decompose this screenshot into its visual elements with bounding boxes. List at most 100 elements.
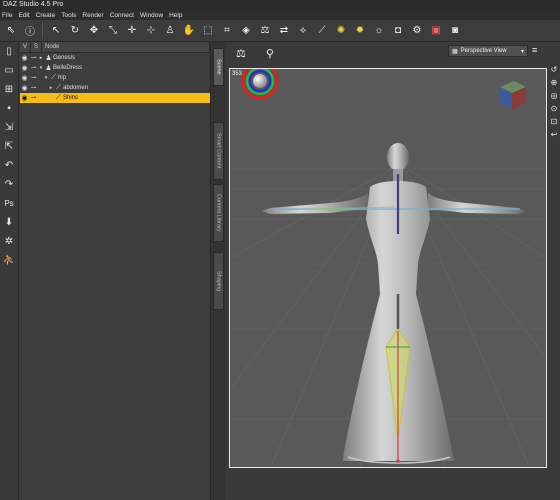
- help-icon[interactable]: ⓘ: [21, 22, 39, 40]
- universal-icon[interactable]: ✛: [123, 22, 141, 40]
- menu-tools[interactable]: Tools: [61, 12, 76, 19]
- dolly-icon[interactable]: ⊕: [548, 77, 560, 88]
- tab-label: Shaping: [215, 270, 222, 292]
- eye-icon[interactable]: ◉: [20, 64, 29, 72]
- tab-content-library[interactable]: Content Library: [213, 184, 224, 242]
- menu-window[interactable]: Window: [140, 12, 163, 19]
- photoshop-icon[interactable]: Ps: [0, 194, 18, 212]
- scene-row-genesis[interactable]: ◉ ⇀ ▸ ♟ Genesis: [20, 53, 210, 63]
- eye-icon[interactable]: ◉: [20, 94, 29, 102]
- pin-icon[interactable]: ⚲: [266, 47, 274, 60]
- orbit-icon[interactable]: ◎: [548, 90, 560, 101]
- bone-icon: ⟋: [56, 84, 61, 91]
- translate-icon[interactable]: ✥: [85, 22, 103, 40]
- viewport-menu-icon[interactable]: ≡: [532, 45, 537, 55]
- scene-header: V S Node: [20, 41, 210, 53]
- render-settings-icon[interactable]: ⚙: [408, 22, 426, 40]
- select-icon[interactable]: ⇀: [29, 74, 38, 82]
- title-bar: DAZ Studio 4.5 Pro: [0, 0, 560, 10]
- rotate-icon[interactable]: ↻: [66, 22, 84, 40]
- view-select[interactable]: ▦ Perspective View ▾: [448, 45, 528, 57]
- render-icon[interactable]: ▣: [427, 22, 445, 40]
- pointer-icon[interactable]: ⇖: [2, 22, 20, 40]
- scale-icon[interactable]: ⤡: [104, 22, 122, 40]
- scene-panel: V S Node ◉ ⇀ ▸ ♟ Genesis ◉ ⇀ ▾ ♟ BelleDr…: [20, 41, 210, 500]
- save-file-icon[interactable]: ▪: [0, 99, 18, 117]
- import-icon[interactable]: ⇲: [0, 118, 18, 136]
- figure-pose-icon[interactable]: ⛹: [0, 251, 18, 269]
- universal-widget: [241, 69, 279, 100]
- geometry-editor-icon[interactable]: ◈: [237, 22, 255, 40]
- figure-settings-icon[interactable]: ✲: [0, 232, 18, 250]
- bone-icon: ⟋: [51, 74, 56, 81]
- scene-row-shins[interactable]: ◉ ⇀ ⟋ Shins: [20, 93, 210, 103]
- figure-icon: ♟: [45, 55, 52, 62]
- node-label: Shins: [63, 95, 79, 101]
- menu-file[interactable]: File: [2, 12, 12, 19]
- node-weight-icon[interactable]: ⚖: [256, 22, 274, 40]
- active-pose-icon[interactable]: ♙: [161, 22, 179, 40]
- transfer-icon[interactable]: ⇄: [275, 22, 293, 40]
- undo-icon[interactable]: ↶: [0, 156, 18, 174]
- view-select-value: Perspective View: [460, 48, 507, 54]
- spot-light-icon[interactable]: ✹: [351, 22, 369, 40]
- menu-create[interactable]: Create: [36, 12, 56, 19]
- tab-label: Smart Content: [215, 133, 222, 169]
- viewport-canvas: [230, 69, 546, 467]
- open-folder-icon[interactable]: ▭: [0, 61, 18, 79]
- redo-icon[interactable]: ↷: [0, 175, 18, 193]
- scene-row-hip[interactable]: ◉ ⇀ ▾ ⟋ hip: [20, 73, 210, 83]
- surface-selection-icon[interactable]: ⬚: [199, 22, 217, 40]
- app-window: DAZ Studio 4.5 Pro File Edit Create Tool…: [0, 0, 560, 500]
- node-label: abdomen: [63, 85, 89, 91]
- distant-light-icon[interactable]: ☼: [370, 22, 388, 40]
- eye-icon[interactable]: ◉: [20, 74, 29, 82]
- node-label: hip: [58, 75, 67, 81]
- menu-help[interactable]: Help: [169, 12, 182, 19]
- figure-down-icon[interactable]: ⬇: [0, 213, 18, 231]
- reset-view-icon[interactable]: ↩: [548, 129, 560, 140]
- merge-icon[interactable]: ⊞: [0, 80, 18, 98]
- 3d-viewport[interactable]: 353: [229, 68, 547, 468]
- frame-icon[interactable]: ⊡: [548, 116, 560, 127]
- tab-smart-content[interactable]: Smart Content: [213, 122, 224, 180]
- point-light-icon[interactable]: ✺: [332, 22, 350, 40]
- column-visible[interactable]: V: [20, 41, 32, 53]
- menu-edit[interactable]: Edit: [18, 12, 29, 19]
- eye-icon[interactable]: ◉: [20, 54, 29, 62]
- node-label: Genesis: [53, 55, 76, 61]
- export-icon[interactable]: ⇱: [0, 137, 18, 155]
- select-icon[interactable]: ⇀: [29, 94, 38, 102]
- morph-icon[interactable]: ⟡: [294, 22, 312, 40]
- eye-icon[interactable]: ◉: [20, 84, 29, 92]
- viewport-pane: ⚖ ⚲ ▦ Perspective View ▾ ≡ 353 ↺ ⊕ ◎ ⊙ ⊡…: [226, 42, 560, 500]
- select-icon[interactable]: ⇀: [29, 64, 38, 72]
- node-selection-icon[interactable]: ↖: [47, 22, 65, 40]
- scene-row-belledress[interactable]: ◉ ⇀ ▾ ♟ BelleDress: [20, 63, 210, 73]
- viewport-nav-controls: ↺ ⊕ ◎ ⊙ ⊡ ↩: [548, 64, 560, 142]
- column-node[interactable]: Node: [42, 41, 210, 53]
- camera-icon[interactable]: ◘: [389, 22, 407, 40]
- spot-render-icon[interactable]: ⌗: [218, 22, 236, 40]
- region-navigator-icon[interactable]: ✋: [180, 22, 198, 40]
- select-icon[interactable]: ⇀: [29, 54, 38, 62]
- tab-shaping[interactable]: Shaping: [213, 252, 224, 310]
- left-tool-bar: ▯ ▭ ⊞ ▪ ⇲ ⇱ ↶ ↷ Ps ⬇ ✲ ⛹: [0, 42, 19, 500]
- menu-render[interactable]: Render: [82, 12, 103, 19]
- save-icon[interactable]: ◙: [446, 22, 464, 40]
- tab-label: Scene: [215, 59, 222, 75]
- bone-icon[interactable]: ⟋: [313, 22, 331, 40]
- scene-row-abdomen[interactable]: ◉ ⇀ ▸ ⟋ abdomen: [20, 83, 210, 93]
- rotate-camera-icon[interactable]: ↺: [548, 64, 560, 75]
- align-icon[interactable]: ⚖: [236, 47, 246, 60]
- menu-connect[interactable]: Connect: [110, 12, 134, 19]
- node-label: BelleDress: [53, 65, 83, 71]
- column-select[interactable]: S: [31, 41, 43, 53]
- new-file-icon[interactable]: ▯: [0, 42, 18, 60]
- select-icon[interactable]: ⇀: [29, 84, 38, 92]
- view-cube: [500, 81, 526, 109]
- side-tab-strip: Scene Smart Content Content Library Shap…: [210, 42, 226, 500]
- joint-editor-icon[interactable]: ⊹: [142, 22, 160, 40]
- tab-scene[interactable]: Scene: [213, 48, 224, 86]
- zoom-icon[interactable]: ⊙: [548, 103, 560, 114]
